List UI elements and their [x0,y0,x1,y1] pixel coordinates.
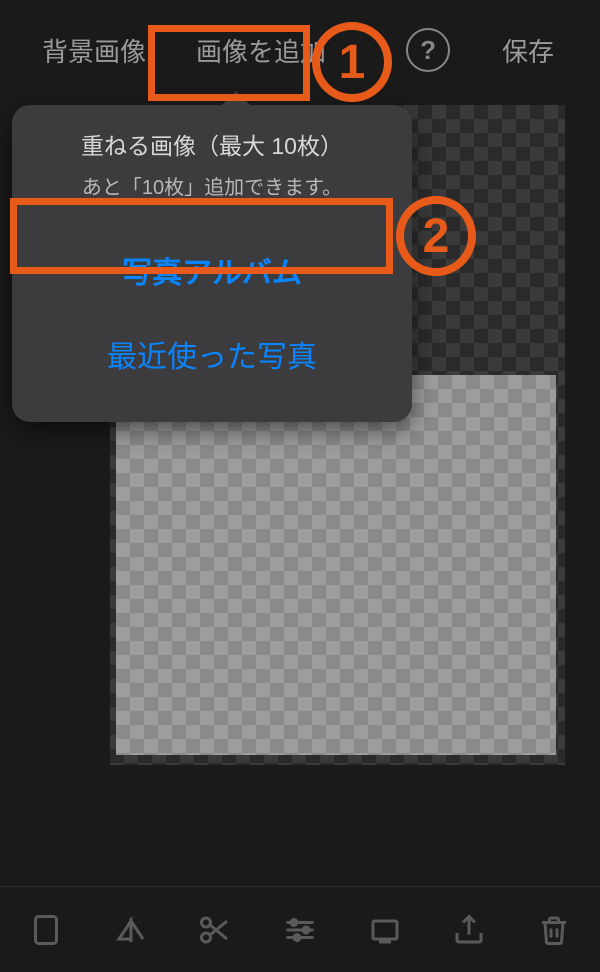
top-toolbar: 背景画像 画像を追加 ? 保存 [0,0,600,100]
add-image-popover: 重ねる画像（最大 10枚） あと「10枚」追加できます。 写真アルバム 最近使っ… [12,105,412,422]
photo-album-option[interactable]: 写真アルバム [12,228,412,312]
recent-photos-option[interactable]: 最近使った写真 [12,312,412,396]
add-image-button[interactable]: 画像を追加 [176,14,346,87]
popover-title: 重ねる画像（最大 10枚） [12,127,412,161]
flip-icon[interactable] [109,908,153,952]
bottom-toolbar [0,886,600,972]
frame-icon[interactable] [363,908,407,952]
cut-icon[interactable] [193,908,237,952]
help-button[interactable]: ? [406,28,450,72]
trash-icon[interactable] [532,908,576,952]
adjust-icon[interactable] [278,908,322,952]
background-image-button[interactable]: 背景画像 [22,14,166,87]
popover-subtitle: あと「10枚」追加できます。 [12,171,412,200]
rotate-icon[interactable] [24,908,68,952]
save-button[interactable]: 保存 [482,14,574,87]
export-icon[interactable] [447,908,491,952]
canvas-foreground[interactable] [116,375,556,755]
